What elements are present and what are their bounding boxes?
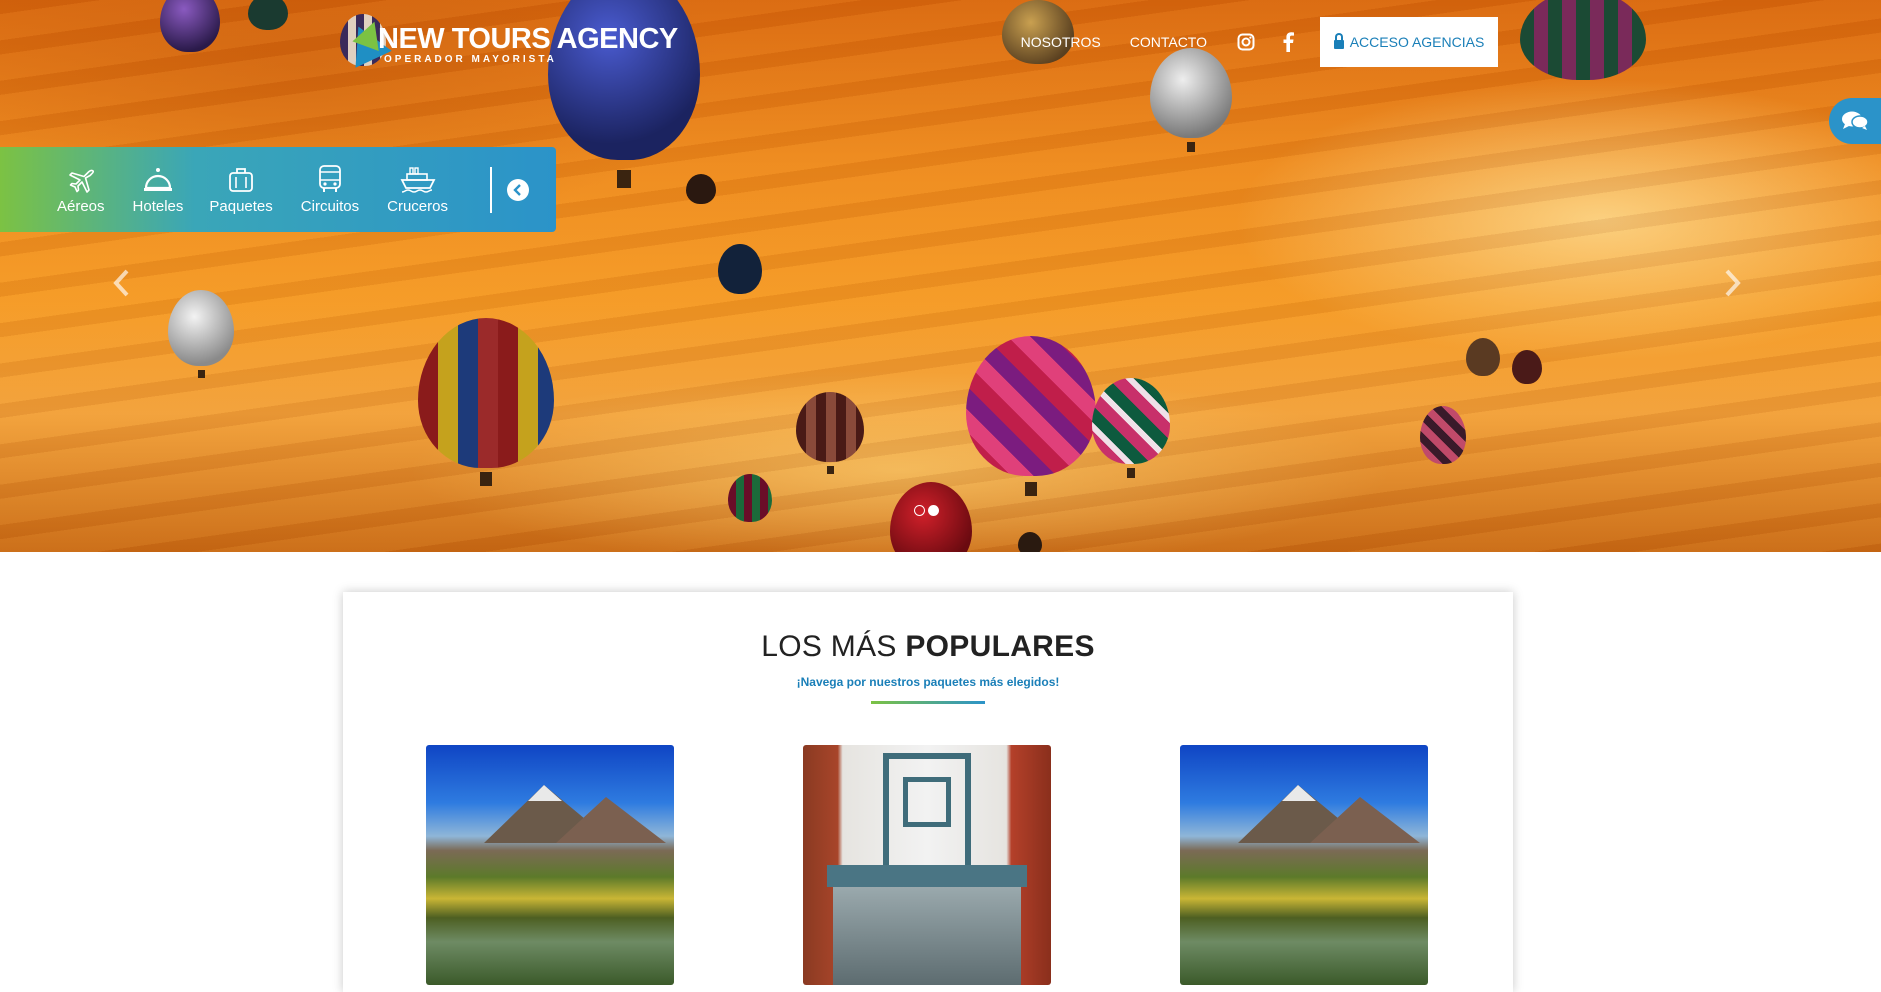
slider-prev-button[interactable] <box>106 265 136 301</box>
package-card[interactable] <box>426 745 674 985</box>
nav-link-contacto[interactable]: CONTACTO <box>1130 34 1207 50</box>
nav-link-nosotros[interactable]: NOSOTROS <box>1021 34 1101 50</box>
package-image <box>426 745 674 985</box>
section-subtitle: ¡Navega por nuestros paquetes más elegid… <box>796 675 1060 689</box>
tab-cruceros[interactable]: Cruceros <box>387 164 448 215</box>
package-image <box>803 745 1051 985</box>
slider-dot[interactable] <box>914 505 925 516</box>
chevron-left-icon <box>111 268 131 298</box>
package-card[interactable] <box>803 745 1051 985</box>
section-underline <box>871 701 985 704</box>
balloon-image <box>1512 350 1542 384</box>
balloon-image <box>1466 338 1500 376</box>
tab-aereos[interactable]: Aéreos <box>57 164 105 215</box>
chevron-left-icon <box>513 183 523 196</box>
balloon-image <box>966 336 1096 496</box>
section-title: LOS MÁS POPULARES <box>343 630 1513 664</box>
balloon-image <box>718 244 762 294</box>
tab-hoteles-label: Hoteles <box>132 198 184 215</box>
bus-icon <box>318 164 342 194</box>
bell-icon <box>143 164 173 194</box>
suitcase-icon <box>227 164 255 194</box>
acceso-agencias-button[interactable]: ACCESO AGENCIAS <box>1320 17 1498 67</box>
chevron-right-icon <box>1723 268 1743 298</box>
tab-hoteles[interactable]: Hoteles <box>132 164 184 215</box>
slider-dot-active[interactable] <box>928 505 939 516</box>
collapse-toggle-button[interactable] <box>507 178 529 201</box>
chat-bubbles-icon <box>1841 110 1869 132</box>
search-type-bar: Aéreos Hoteles Paquetes Circuitos Crucer… <box>0 147 556 232</box>
balloon-image <box>1018 532 1042 552</box>
balloon-image <box>890 482 972 552</box>
hero-slider: NEW TOURS AGENCY OPERADOR MAYORISTA NOSO… <box>0 0 1881 552</box>
package-image <box>1180 745 1428 985</box>
facebook-icon[interactable] <box>1278 32 1298 52</box>
tab-circuitos-label: Circuitos <box>300 198 360 215</box>
search-bar-divider <box>490 166 492 213</box>
balloon-image <box>686 174 716 204</box>
tab-aereos-label: Aéreos <box>57 198 105 215</box>
airplane-icon <box>66 164 96 194</box>
section-title-light: LOS MÁS <box>761 630 897 663</box>
balloon-image <box>1520 0 1646 80</box>
balloon-image <box>728 474 772 522</box>
tab-cruceros-label: Cruceros <box>387 198 448 215</box>
balloon-image <box>248 0 288 30</box>
acceso-agencias-label: ACCESO AGENCIAS <box>1349 34 1485 50</box>
tab-paquetes[interactable]: Paquetes <box>209 164 273 215</box>
balloon-image <box>1092 378 1170 478</box>
balloon-image <box>160 0 220 52</box>
chat-button[interactable] <box>1829 98 1881 144</box>
brand-logo[interactable]: NEW TOURS AGENCY OPERADOR MAYORISTA <box>340 14 678 74</box>
balloon-image <box>418 318 554 486</box>
brand-name: NEW TOURS AGENCY <box>378 22 678 55</box>
slider-next-button[interactable] <box>1718 265 1748 301</box>
brand-tagline: OPERADOR MAYORISTA <box>384 53 557 65</box>
balloon-image <box>796 392 864 474</box>
tab-circuitos[interactable]: Circuitos <box>301 164 359 215</box>
instagram-icon[interactable] <box>1236 32 1256 52</box>
slider-indicators <box>914 505 942 516</box>
popular-section: LOS MÁS POPULARES ¡Navega por nuestros p… <box>343 592 1513 992</box>
tab-paquetes-label: Paquetes <box>209 198 273 215</box>
ship-icon <box>400 164 436 194</box>
package-card[interactable] <box>1180 745 1428 985</box>
section-title-bold: POPULARES <box>905 630 1095 663</box>
top-nav: NOSOTROS CONTACTO ACCESO AGENCIAS <box>1021 17 1498 67</box>
lock-icon <box>1333 32 1344 49</box>
balloon-image <box>1420 406 1466 464</box>
balloon-image <box>168 290 234 378</box>
